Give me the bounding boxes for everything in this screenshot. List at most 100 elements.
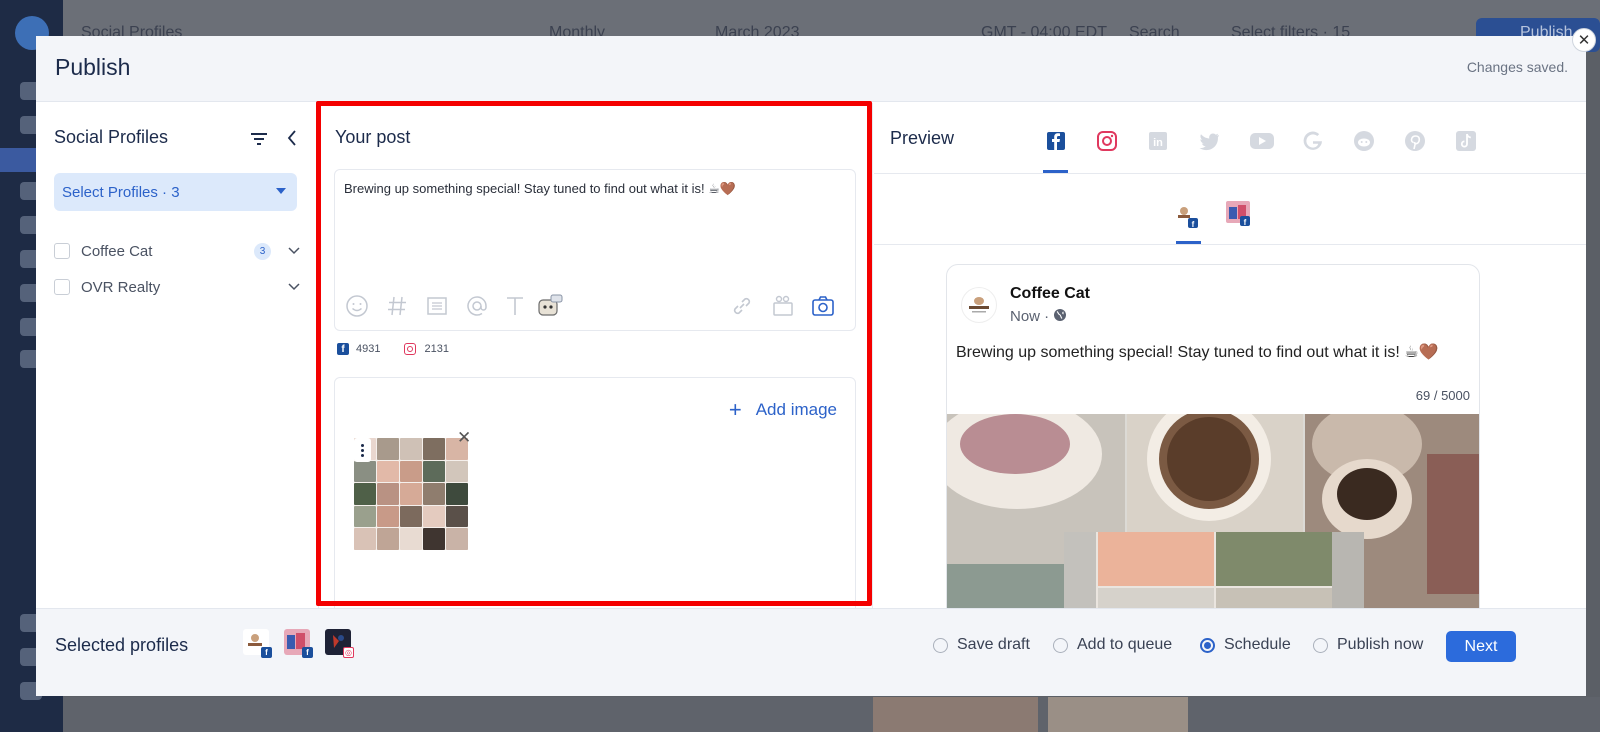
radio-button-selected[interactable] — [1200, 637, 1215, 653]
snippet-icon[interactable] — [425, 294, 449, 318]
plus-icon: + — [728, 397, 742, 422]
youtube-tab-icon[interactable] — [1249, 129, 1275, 153]
divider — [874, 173, 1586, 174]
app-top-bar: Social Profiles Monthly March 2023 GMT -… — [63, 0, 1600, 52]
radio-button[interactable] — [1053, 637, 1068, 653]
pinterest-tab-icon[interactable] — [1403, 129, 1427, 153]
instagram-char-count: 2131 — [424, 343, 449, 355]
selected-profile-instagram[interactable]: ◎ — [325, 629, 354, 658]
collapse-panel-icon[interactable] — [284, 128, 300, 148]
coffee-cat-logo-icon — [969, 297, 989, 313]
preview-title: Preview — [890, 128, 955, 148]
preview-char-count: 69 / 5000 — [1415, 388, 1470, 403]
caret-down-icon — [276, 188, 286, 194]
publish-modal: Publish Changes saved. Social Profiles S… — [36, 36, 1586, 696]
profile-item-coffee-cat[interactable]: Coffee Cat 3 — [54, 239, 304, 263]
radio-label: Save draft — [957, 636, 1030, 653]
divider — [874, 244, 1586, 245]
profile-checkbox[interactable] — [54, 243, 70, 259]
preview-account-name: Coffee Cat — [1010, 285, 1091, 302]
google-tab-icon[interactable] — [1301, 129, 1325, 153]
facebook-badge-icon: f — [261, 647, 272, 658]
camera-icon[interactable] — [811, 294, 835, 318]
save-status: Changes saved. — [1466, 59, 1568, 75]
post-text[interactable]: Brewing up something special! Stay tuned… — [344, 181, 736, 197]
coffee-cat-avatar-icon: f — [1178, 207, 1198, 229]
profile-name: Coffee Cat — [81, 242, 153, 260]
add-to-queue-option[interactable]: Add to queue — [1053, 636, 1172, 654]
editor-toolbar — [345, 294, 847, 320]
svg-text:in: in — [1153, 137, 1163, 149]
save-draft-option[interactable]: Save draft — [933, 636, 1030, 654]
attached-image[interactable]: ✕ — [354, 428, 471, 550]
globe-icon — [1054, 309, 1067, 321]
svg-text:f: f — [1192, 220, 1195, 229]
app-calendar-bottom — [63, 697, 1600, 732]
radio-label: Publish now — [1337, 636, 1424, 653]
link-icon[interactable] — [730, 294, 754, 318]
instagram-badge-icon: ◎ — [343, 647, 354, 658]
facebook-char-count: 4931 — [356, 343, 381, 355]
facebook-icon: f — [337, 343, 349, 355]
post-editor[interactable]: Brewing up something special! Stay tuned… — [334, 169, 856, 331]
schedule-option[interactable]: Schedule — [1200, 636, 1291, 654]
svg-text:f: f — [1244, 218, 1247, 227]
instagram-tab-icon[interactable] — [1095, 129, 1119, 153]
ai-assistant-icon[interactable] — [536, 294, 564, 318]
filter-icon[interactable] — [249, 129, 269, 149]
social-profiles-title: Social Profiles — [54, 127, 169, 147]
ovr-realty-avatar-icon: f — [1226, 201, 1250, 227]
remove-image-icon[interactable]: ✕ — [457, 428, 471, 448]
selected-profile-ovr-realty[interactable]: f — [284, 629, 313, 658]
your-post-title: Your post — [335, 127, 411, 147]
selected-profiles-label: Selected profiles — [55, 635, 189, 655]
twitter-tab-icon[interactable] — [1197, 129, 1221, 153]
select-profiles-dropdown[interactable]: Select Profiles · 3 — [54, 173, 297, 211]
emoji-icon[interactable] — [345, 294, 369, 318]
chevron-down-icon[interactable] — [288, 244, 300, 256]
profile-count-badge: 3 — [254, 243, 271, 260]
publish-now-option[interactable]: Publish now — [1313, 636, 1423, 654]
profile-name: OVR Realty — [81, 278, 161, 296]
linkedin-tab-icon[interactable]: in — [1146, 129, 1170, 153]
preview-timestamp: Now · — [1010, 308, 1067, 325]
facebook-post-preview: Coffee Cat Now · Brewing up something sp… — [946, 264, 1480, 643]
instagram-icon — [404, 343, 417, 355]
coffee-cat-avatar — [961, 287, 997, 323]
add-image-button[interactable]: + Add image — [729, 397, 837, 423]
hashtag-icon[interactable] — [385, 294, 409, 318]
radio-button[interactable] — [1313, 637, 1328, 653]
modal-header: Publish Changes saved. — [36, 36, 1586, 102]
chevron-down-icon[interactable] — [288, 280, 300, 292]
character-counts: f 4931 2131 — [337, 341, 449, 357]
radio-label: Add to queue — [1077, 636, 1173, 653]
ovr-realty-account-tab[interactable]: f — [1226, 201, 1252, 227]
bg-post-thumb — [1048, 697, 1188, 732]
modal-close-button[interactable]: ✕ — [1572, 28, 1596, 52]
image-options-icon[interactable] — [354, 438, 371, 462]
add-image-label: Add image — [755, 400, 837, 419]
modal-footer: Selected profiles f f ◎ Save draft Add t… — [36, 608, 1586, 696]
facebook-tab-icon[interactable] — [1044, 129, 1068, 153]
facebook-badge-icon: f — [302, 647, 313, 658]
preview-post-text: Brewing up something special! Stay tuned… — [956, 344, 1439, 361]
next-button[interactable]: Next — [1446, 631, 1516, 662]
bg-post-thumb — [873, 697, 1038, 732]
modal-title: Publish — [55, 54, 131, 80]
select-profiles-label: Select Profiles · 3 — [62, 183, 180, 201]
reddit-tab-icon[interactable] — [1352, 129, 1376, 153]
image-thumbnail — [354, 438, 468, 550]
media-area: + Add image ✕ — [334, 377, 856, 637]
profile-checkbox[interactable] — [54, 279, 70, 295]
radio-button[interactable] — [933, 637, 948, 653]
mention-icon[interactable] — [465, 294, 489, 318]
your-post-panel: Your post Brewing up something special! … — [318, 103, 873, 643]
text-format-icon[interactable] — [503, 294, 527, 318]
tiktok-tab-icon[interactable] — [1454, 129, 1478, 153]
profile-item-ovr-realty[interactable]: OVR Realty — [54, 275, 304, 299]
preview-panel: Preview in f f Coffee Cat Now · Brewing … — [874, 103, 1586, 643]
video-icon[interactable] — [771, 294, 795, 318]
coffee-cat-account-tab[interactable]: f — [1174, 203, 1200, 229]
selected-profile-coffee-cat[interactable]: f — [243, 629, 272, 658]
social-profiles-panel: Social Profiles Select Profiles · 3 Coff… — [36, 103, 316, 643]
